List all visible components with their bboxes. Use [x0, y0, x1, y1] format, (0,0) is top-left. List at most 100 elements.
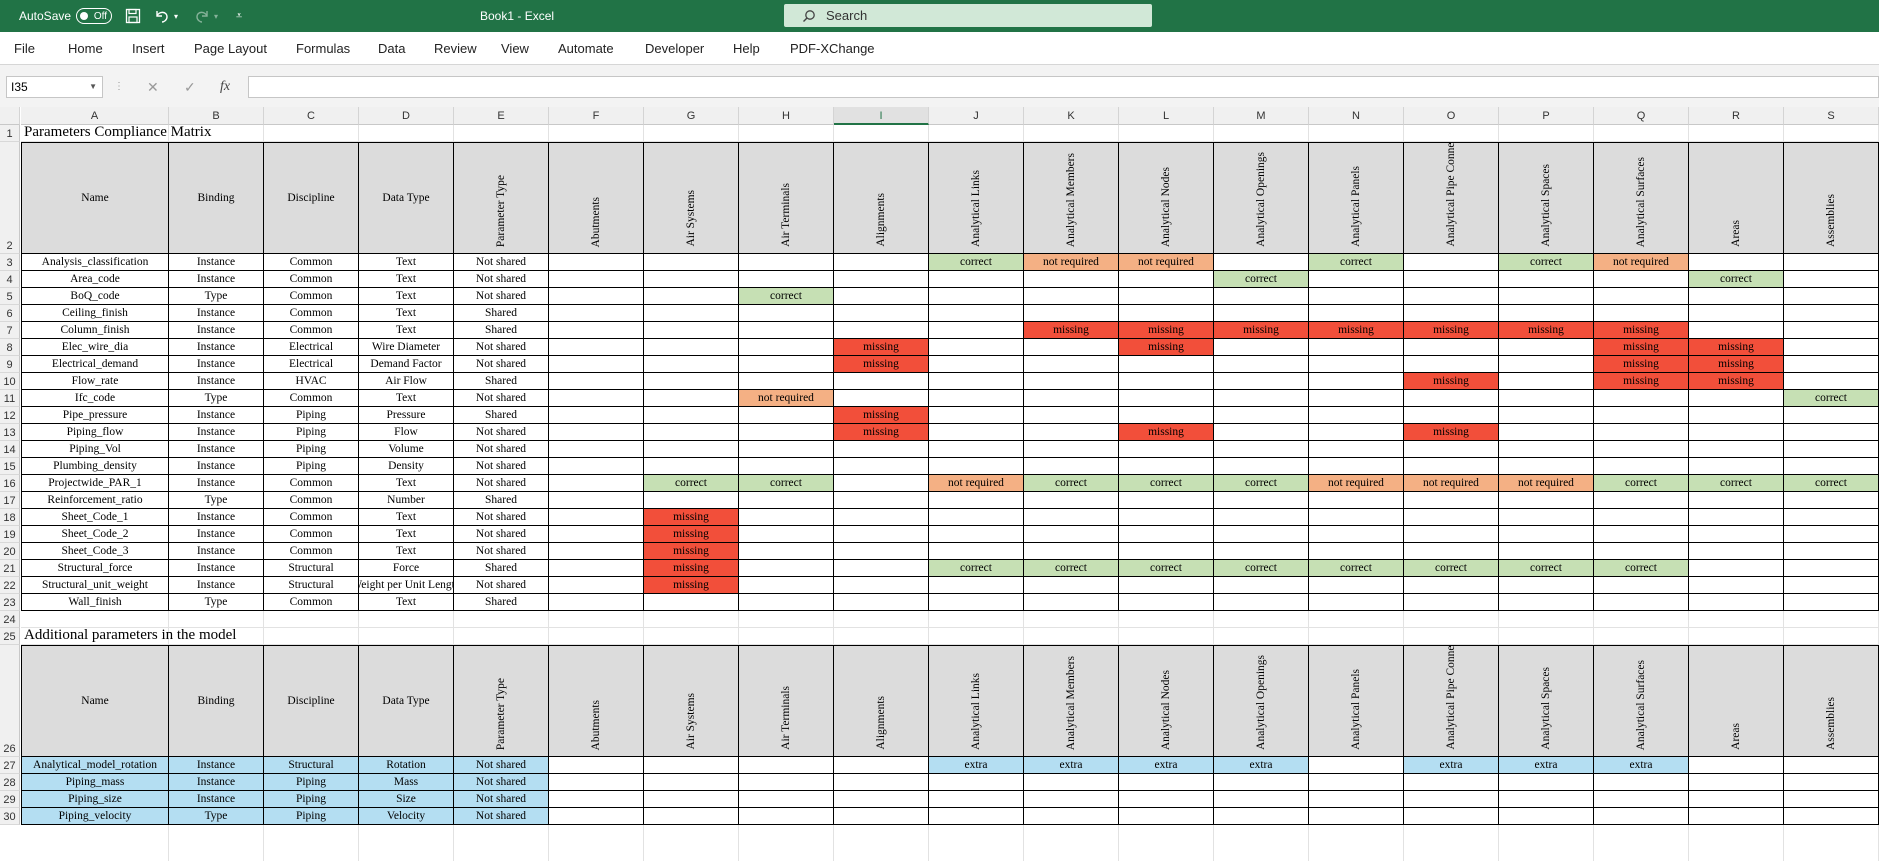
matrix1-cell-parameter-type[interactable]: Shared — [454, 594, 549, 611]
matrix1-status-cell[interactable] — [644, 373, 739, 390]
matrix1-cell-parameter-type[interactable]: Shared — [454, 560, 549, 577]
matrix1-status-cell[interactable] — [834, 441, 929, 458]
matrix1-cell-binding[interactable]: Instance — [169, 543, 264, 560]
column-header-n[interactable]: N — [1309, 107, 1404, 125]
matrix1-status-cell[interactable] — [1214, 577, 1309, 594]
matrix1-status-cell[interactable] — [1309, 288, 1404, 305]
matrix2-cell-data-type[interactable]: Mass — [359, 774, 454, 791]
matrix1-cell-parameter-type[interactable]: Not shared — [454, 543, 549, 560]
matrix1-status-cell[interactable] — [1689, 509, 1784, 526]
matrix1-cell-binding[interactable]: Type — [169, 594, 264, 611]
enter-icon[interactable]: ✓ — [184, 76, 196, 98]
column-header-i[interactable]: I — [834, 107, 929, 125]
matrix1-status-cell[interactable] — [549, 594, 644, 611]
matrix1-status-cell[interactable] — [1594, 577, 1689, 594]
matrix1-cell-discipline[interactable]: Piping — [264, 441, 359, 458]
matrix1-status-cell[interactable]: missing — [644, 509, 739, 526]
matrix1-cell-discipline[interactable]: HVAC — [264, 373, 359, 390]
row-header-29[interactable]: 29 — [0, 791, 20, 808]
matrix2-status-cell[interactable] — [644, 757, 739, 774]
matrix2-status-cell[interactable] — [1594, 791, 1689, 808]
matrix1-status-cell[interactable] — [1214, 509, 1309, 526]
matrix1-status-cell[interactable] — [1689, 254, 1784, 271]
matrix1-status-cell[interactable] — [739, 271, 834, 288]
matrix1-status-cell[interactable]: correct — [1024, 475, 1119, 492]
save-icon[interactable] — [125, 0, 141, 32]
matrix1-cell-data-type[interactable]: Volume — [359, 441, 454, 458]
matrix1-cell-parameter-type[interactable]: Shared — [454, 373, 549, 390]
matrix1-status-cell[interactable] — [739, 560, 834, 577]
matrix1-cell-data-type[interactable]: Force — [359, 560, 454, 577]
row-header-23[interactable]: 23 — [0, 594, 20, 611]
matrix2-cell-parameter-type[interactable]: Not shared — [454, 757, 549, 774]
matrix1-status-cell[interactable] — [1309, 407, 1404, 424]
matrix1-status-cell[interactable] — [1024, 577, 1119, 594]
matrix1-status-cell[interactable] — [929, 526, 1024, 543]
matrix1-cell-name[interactable]: Structural_force — [21, 560, 169, 577]
matrix2-cell-data-type[interactable]: Size — [359, 791, 454, 808]
matrix1-status-cell[interactable]: correct — [929, 560, 1024, 577]
row-header-8[interactable]: 8 — [0, 339, 20, 356]
matrix2-status-cell[interactable] — [549, 791, 644, 808]
matrix1-status-cell[interactable] — [1689, 305, 1784, 322]
matrix1-cell-name[interactable]: Ceiling_finish — [21, 305, 169, 322]
matrix1-status-cell[interactable] — [549, 339, 644, 356]
matrix1-status-cell[interactable] — [1119, 543, 1214, 560]
undo-dropdown-icon[interactable]: ▾ — [174, 0, 178, 32]
matrix1-status-cell[interactable]: missing — [1689, 373, 1784, 390]
matrix1-status-cell[interactable] — [739, 339, 834, 356]
matrix1-status-cell[interactable] — [1214, 441, 1309, 458]
matrix1-status-cell[interactable] — [1784, 254, 1879, 271]
matrix1-status-cell[interactable]: correct — [1689, 271, 1784, 288]
matrix2-status-cell[interactable] — [1404, 774, 1499, 791]
matrix1-status-cell[interactable] — [1214, 543, 1309, 560]
matrix1-status-cell[interactable] — [739, 526, 834, 543]
matrix1-status-cell[interactable] — [1214, 594, 1309, 611]
matrix1-status-cell[interactable] — [1499, 509, 1594, 526]
matrix1-status-cell[interactable]: missing — [1594, 339, 1689, 356]
matrix1-status-cell[interactable]: not required — [739, 390, 834, 407]
matrix1-status-cell[interactable] — [1499, 407, 1594, 424]
matrix1-status-cell[interactable] — [1119, 458, 1214, 475]
matrix2-status-cell[interactable]: extra — [1404, 757, 1499, 774]
matrix1-cell-discipline[interactable]: Common — [264, 390, 359, 407]
matrix1-status-cell[interactable] — [1689, 407, 1784, 424]
matrix2-status-cell[interactable] — [1499, 791, 1594, 808]
matrix1-status-cell[interactable] — [834, 271, 929, 288]
matrix1-cell-parameter-type[interactable]: Not shared — [454, 254, 549, 271]
matrix1-status-cell[interactable]: missing — [644, 577, 739, 594]
matrix1-status-cell[interactable] — [644, 492, 739, 509]
matrix1-status-cell[interactable] — [1309, 526, 1404, 543]
matrix1-cell-parameter-type[interactable]: Not shared — [454, 271, 549, 288]
matrix2-cell-data-type[interactable]: Velocity — [359, 808, 454, 825]
matrix1-status-cell[interactable] — [1214, 526, 1309, 543]
matrix1-cell-data-type[interactable]: Weight per Unit Length — [359, 577, 454, 594]
customize-toolbar-icon[interactable]: ⩡ — [236, 0, 242, 32]
column-header-s[interactable]: S — [1784, 107, 1879, 125]
matrix1-status-cell[interactable] — [1309, 458, 1404, 475]
matrix1-status-cell[interactable] — [1119, 509, 1214, 526]
matrix1-status-cell[interactable] — [834, 560, 929, 577]
matrix2-status-cell[interactable] — [834, 791, 929, 808]
matrix1-status-cell[interactable] — [1499, 356, 1594, 373]
matrix1-status-cell[interactable] — [929, 271, 1024, 288]
matrix1-status-cell[interactable] — [1784, 509, 1879, 526]
row-header-10[interactable]: 10 — [0, 373, 20, 390]
matrix2-cell-name[interactable]: Piping_size — [21, 791, 169, 808]
column-header-d[interactable]: D — [359, 107, 454, 125]
matrix1-cell-data-type[interactable]: Text — [359, 509, 454, 526]
matrix1-status-cell[interactable]: correct — [1214, 475, 1309, 492]
row-header-14[interactable]: 14 — [0, 441, 20, 458]
matrix1-status-cell[interactable] — [739, 373, 834, 390]
select-all-corner[interactable] — [0, 107, 20, 125]
matrix1-status-cell[interactable] — [1689, 441, 1784, 458]
matrix2-status-cell[interactable] — [1784, 808, 1879, 825]
matrix1-status-cell[interactable] — [1214, 458, 1309, 475]
matrix1-status-cell[interactable] — [929, 577, 1024, 594]
matrix1-status-cell[interactable] — [1309, 390, 1404, 407]
more-options-icon[interactable]: ⋮ — [114, 76, 124, 98]
matrix1-status-cell[interactable] — [1404, 594, 1499, 611]
column-header-g[interactable]: G — [644, 107, 739, 125]
matrix1-status-cell[interactable] — [1214, 390, 1309, 407]
matrix1-cell-name[interactable]: Ifc_code — [21, 390, 169, 407]
